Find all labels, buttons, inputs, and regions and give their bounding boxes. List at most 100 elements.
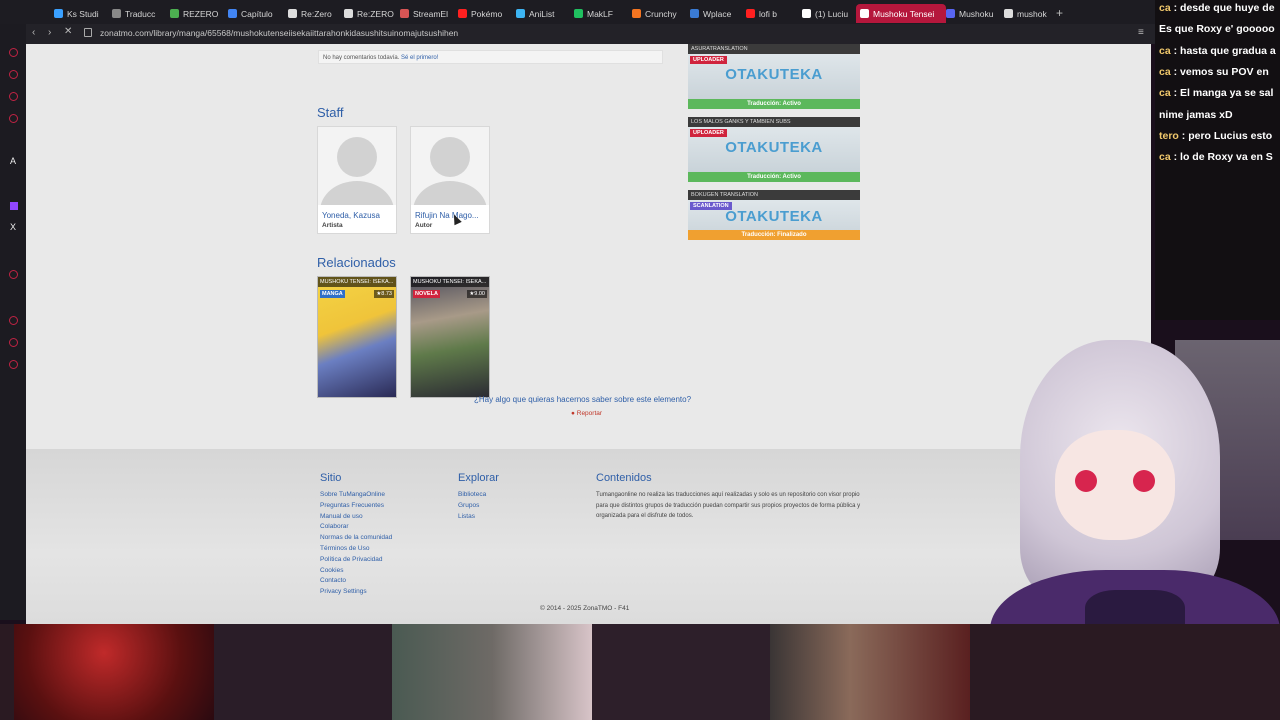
browser-tab[interactable]: Wplace bbox=[686, 4, 748, 23]
group-name[interactable]: BOKUGEN TRANSLATION bbox=[688, 190, 860, 200]
sidebar-settings-icon[interactable] bbox=[9, 270, 18, 279]
footer-link[interactable]: Cookies bbox=[320, 567, 343, 574]
site-footer: Sitio Sobre TuMangaOnline Preguntas Frecu… bbox=[26, 449, 1151, 624]
back-icon[interactable]: ‹ bbox=[32, 27, 35, 38]
browser-tab[interactable]: lofi b bbox=[742, 4, 804, 23]
group-name[interactable]: ASURATRANSLATION bbox=[688, 44, 860, 54]
chat-separator: : bbox=[1170, 44, 1181, 57]
browser-tab[interactable]: (1) Luciu bbox=[798, 4, 860, 23]
sidebar-twitch-icon[interactable] bbox=[10, 202, 18, 210]
tab-favicon-icon bbox=[946, 9, 955, 18]
chat-username[interactable]: ca bbox=[1159, 87, 1171, 99]
footer-link[interactable]: Contacto bbox=[320, 577, 346, 584]
browser-tab[interactable]: Re:ZERO bbox=[340, 4, 402, 23]
tab-favicon-icon bbox=[344, 9, 353, 18]
address-bar[interactable]: ‹ › ✕ zonatmo.com/library/manga/65568/mu… bbox=[26, 24, 1155, 44]
browser-tab[interactable]: Capítulo bbox=[224, 4, 286, 23]
group-card[interactable]: ASURATRANSLATION UPLOADER OTAKUTEKA Trad… bbox=[688, 44, 860, 109]
tab-label: REZERO bbox=[183, 8, 219, 19]
tab-favicon-icon bbox=[458, 9, 467, 18]
footer-link[interactable]: Política de Privacidad bbox=[320, 556, 383, 563]
chat-username[interactable]: ca bbox=[1159, 151, 1171, 163]
related-type-badge: NOVELA bbox=[413, 290, 440, 298]
tab-favicon-icon bbox=[690, 9, 699, 18]
comments-box: No hay comentarios todavía. Sé el primer… bbox=[318, 50, 663, 64]
browser-tab[interactable]: Crunchy bbox=[628, 4, 690, 23]
footer-link[interactable]: Manual de uso bbox=[320, 513, 363, 520]
footer-link[interactable]: Preguntas Frecuentes bbox=[320, 502, 384, 509]
new-tab-icon[interactable]: + bbox=[1056, 6, 1063, 20]
staff-card[interactable]: Rifujin Na Mago... Autor bbox=[410, 126, 490, 234]
staff-card[interactable]: Yoneda, Kazusa Artista bbox=[317, 126, 397, 234]
group-card[interactable]: LOS MALOS GANKS Y TAMBIEN SUBS UPLOADER … bbox=[688, 117, 860, 182]
chat-message: nime jamas xD bbox=[1159, 109, 1233, 121]
sidebar-history-icon[interactable] bbox=[9, 48, 18, 57]
footer-link[interactable]: Colaborar bbox=[320, 523, 349, 530]
thumbnail bbox=[214, 624, 392, 720]
tab-label: AniList bbox=[529, 8, 555, 19]
sidebar-extension3-icon[interactable] bbox=[9, 360, 18, 369]
tab-favicon-icon bbox=[112, 9, 121, 18]
browser-tab[interactable]: Traducc bbox=[108, 4, 170, 23]
related-card[interactable]: MUSHOKU TENSEI: ISEKA... NOVELA ★9.00 bbox=[410, 276, 490, 398]
menu-icon[interactable]: ≡ bbox=[1138, 27, 1144, 38]
group-name[interactable]: LOS MALOS GANKS Y TAMBIEN SUBS bbox=[688, 117, 860, 127]
browser-tab[interactable]: AniList bbox=[512, 4, 574, 23]
chat-username[interactable]: ca bbox=[1159, 66, 1171, 78]
staff-name[interactable]: Yoneda, Kazusa bbox=[322, 211, 394, 220]
browser-tab[interactable]: mushok bbox=[1000, 4, 1062, 23]
tab-label: Traducc bbox=[125, 8, 156, 19]
comments-first-link[interactable]: Sé el primero! bbox=[401, 55, 438, 61]
tab-label: Re:ZERO bbox=[357, 8, 394, 19]
browser-tab[interactable]: Mushoku Tensei bbox=[856, 4, 946, 23]
footer-link[interactable]: Sobre TuMangaOnline bbox=[320, 491, 385, 498]
browser-tab[interactable]: Pokémo bbox=[454, 4, 516, 23]
browser-tab[interactable]: Mushoku bbox=[942, 4, 1004, 23]
url-text[interactable]: zonatmo.com/library/manga/65568/mushokut… bbox=[100, 28, 458, 38]
group-logo: OTAKUTEKA bbox=[725, 208, 823, 225]
browser-tab[interactable]: MakLF bbox=[570, 4, 632, 23]
sidebar-downloads-icon[interactable] bbox=[9, 114, 18, 123]
browser-tab[interactable]: REZERO bbox=[166, 4, 228, 23]
chat-text: hasta que gradua a bbox=[1180, 44, 1276, 57]
browser-tab[interactable]: Re:Zero bbox=[284, 4, 346, 23]
footer-link[interactable]: Privacy Settings bbox=[320, 588, 367, 595]
sidebar-extension2-icon[interactable] bbox=[9, 338, 18, 347]
sidebar-extension-icon[interactable] bbox=[9, 316, 18, 325]
related-score: ★8.73 bbox=[374, 290, 394, 298]
browser-tab[interactable]: Ks Studi bbox=[50, 4, 112, 23]
chat-username[interactable]: ca bbox=[1159, 2, 1171, 14]
tab-label: Ks Studi bbox=[67, 8, 99, 19]
group-card[interactable]: BOKUGEN TRANSLATION SCANLATION OTAKUTEKA… bbox=[688, 190, 860, 255]
thumbnail bbox=[392, 624, 592, 720]
footer-link[interactable]: Normas de la comunidad bbox=[320, 534, 392, 541]
footer-contenidos-heading: Contenidos bbox=[596, 472, 652, 484]
group-badge: UPLOADER bbox=[690, 56, 727, 64]
staff-role: Artista bbox=[322, 222, 343, 229]
tab-label: Wplace bbox=[703, 8, 732, 19]
forward-icon[interactable]: › bbox=[48, 27, 51, 38]
sidebar-x-icon[interactable]: X bbox=[10, 222, 16, 232]
tab-label: MakLF bbox=[587, 8, 613, 19]
tab-favicon-icon bbox=[632, 9, 641, 18]
related-card[interactable]: MUSHOKU TENSEI: ISEKA... MANGA ★8.73 bbox=[317, 276, 397, 398]
footer-link[interactable]: Listas bbox=[458, 513, 475, 520]
tab-label: Crunchy bbox=[645, 8, 677, 19]
footer-link[interactable]: Biblioteca bbox=[458, 491, 486, 498]
reload-icon[interactable]: ✕ bbox=[64, 26, 72, 37]
chat-username[interactable]: tero bbox=[1159, 130, 1179, 142]
sidebar-anilist-icon[interactable]: A bbox=[10, 156, 16, 166]
browser-tab[interactable]: StreamEl bbox=[396, 4, 458, 23]
report-link[interactable]: ● Reportar bbox=[571, 410, 602, 417]
report-question-link[interactable]: ¿Hay algo que quieras hacernos saber sob… bbox=[474, 395, 691, 404]
chat-text: lo de Roxy va en S bbox=[1180, 151, 1273, 164]
chat-username[interactable]: ca bbox=[1159, 45, 1171, 57]
sidebar-notes-icon[interactable] bbox=[9, 92, 18, 101]
related-score-value: 8.73 bbox=[381, 291, 392, 297]
sidebar-bookmarks-icon[interactable] bbox=[9, 70, 18, 79]
tab-favicon-icon bbox=[860, 9, 869, 18]
tab-favicon-icon bbox=[228, 9, 237, 18]
footer-link[interactable]: Términos de Uso bbox=[320, 545, 370, 552]
footer-link[interactable]: Grupos bbox=[458, 502, 479, 509]
chat-text: desde que huye de bbox=[1180, 2, 1275, 14]
